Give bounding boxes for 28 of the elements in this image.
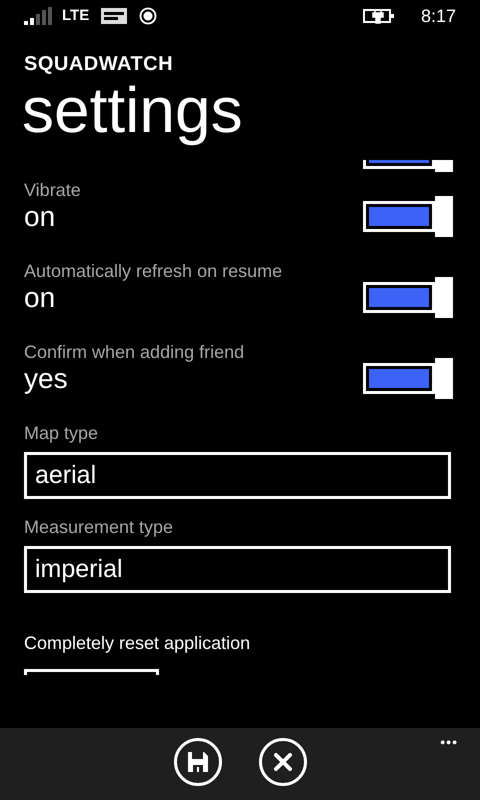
app-title: SQUADWATCH (24, 52, 174, 76)
save-button[interactable] (174, 738, 222, 786)
setting-label: Vibrate (24, 179, 82, 202)
setting-label: Map type (24, 422, 100, 445)
setting-label: Completely reset application (24, 632, 252, 655)
toggle-switch[interactable] (363, 358, 453, 399)
page-title: settings (22, 74, 244, 146)
more-button[interactable]: ••• (440, 732, 458, 752)
setting-value: yes (24, 362, 68, 396)
network-type: LTE (62, 6, 90, 26)
location-icon (139, 7, 158, 25)
setting-label: Automatically refresh on resume (24, 260, 284, 283)
clock-time: 8:17 (420, 4, 456, 28)
list-picker[interactable]: imperial (24, 546, 451, 593)
setting-value: on (24, 281, 56, 314)
signal-strength-icon (24, 7, 54, 25)
close-button[interactable] (258, 738, 306, 786)
toggle-switch[interactable] (363, 196, 453, 237)
setting-label: Confirm when adding friend (24, 341, 246, 364)
message-icon (101, 8, 128, 24)
reset-button[interactable] (24, 669, 159, 675)
list-picker[interactable]: aerial (24, 452, 451, 499)
close-icon (274, 753, 292, 771)
setting-label: Measurement type (24, 516, 174, 539)
toggle-switch[interactable] (363, 160, 453, 172)
toggle-switch[interactable] (363, 277, 453, 318)
battery-charging-icon (362, 8, 395, 24)
setting-value: on (24, 200, 56, 234)
